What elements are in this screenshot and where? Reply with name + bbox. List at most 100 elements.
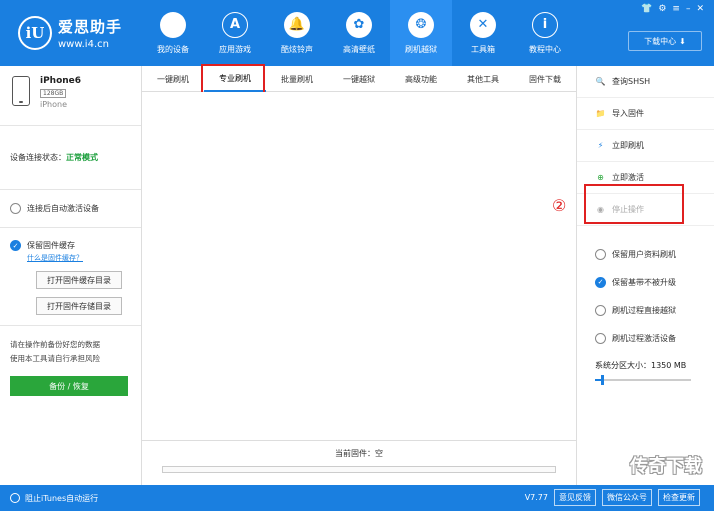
- device-capacity: 128GB: [40, 89, 67, 98]
- action-2[interactable]: ⚡ 立即刷机: [577, 130, 714, 162]
- action-icon: 🔍: [595, 77, 606, 86]
- subtab-4[interactable]: 高级功能: [390, 66, 452, 92]
- app-url: www.i4.cn: [58, 39, 109, 50]
- window-control-icon[interactable]: ✕: [696, 4, 704, 14]
- radio-icon[interactable]: [595, 332, 606, 344]
- annotation-2: ②: [552, 196, 567, 215]
- nav-item-1[interactable]: A 应用游戏: [204, 0, 266, 66]
- status-label: 设备连接状态：: [10, 153, 66, 162]
- warning-line: 请在操作前备份好您的数据: [10, 340, 100, 349]
- main-nav: 我的设备 A 应用游戏 🔔 酷炫铃声 ✿ 高清壁纸 ❂ 刷机越狱 ✕ 工具箱 i 教程中心: [142, 0, 576, 66]
- action-1[interactable]: 📁 导入固件: [577, 98, 714, 130]
- nav-label: 酷炫铃声: [281, 44, 313, 54]
- keep-cache-label: 保留固件缓存: [27, 241, 75, 250]
- footer: 阻止iTunes自动运行 V7.77 意见反馈 微信公众号 检查更新: [0, 485, 714, 511]
- auto-activate-label: 连接后自动激活设备: [27, 204, 99, 213]
- flash-option-2[interactable]: 刷机过程直接越狱: [577, 296, 714, 324]
- window-control-icon[interactable]: 👕: [641, 4, 652, 14]
- nav-item-6[interactable]: i 教程中心: [514, 0, 576, 66]
- current-firmware: 当前固件：空: [335, 449, 383, 458]
- nav-label: 工具箱: [471, 44, 495, 54]
- phone-icon: [12, 76, 30, 106]
- device-info: iPhone6 128GB iPhone: [0, 66, 141, 126]
- nav-icon: ❂: [408, 11, 434, 38]
- device-model: iPhone: [40, 100, 68, 109]
- slider-thumb[interactable]: [600, 375, 604, 385]
- block-itunes-option[interactable]: 阻止iTunes自动运行: [0, 493, 142, 504]
- block-itunes-label: 阻止iTunes自动运行: [25, 493, 99, 503]
- what-is-cache-link[interactable]: 什么是固件缓存？: [27, 253, 141, 263]
- nav-label: 高清壁纸: [343, 44, 375, 54]
- nav-item-5[interactable]: ✕ 工具箱: [452, 0, 514, 66]
- action-icon: ⊕: [597, 173, 604, 182]
- window-control-icon[interactable]: –: [686, 4, 691, 14]
- flash-option-0[interactable]: 保留用户资料刷机: [577, 240, 714, 268]
- nav-item-3[interactable]: ✿ 高清壁纸: [328, 0, 390, 66]
- radio-icon[interactable]: [595, 304, 606, 316]
- radio-icon[interactable]: [10, 493, 20, 503]
- window-control-icon[interactable]: ⚙: [658, 4, 666, 14]
- warning-text: 请在操作前备份好您的数据 使用本工具请自行承担风险: [0, 326, 141, 366]
- action-0[interactable]: 🔍 查询SHSH: [577, 66, 714, 98]
- check-icon[interactable]: ✓: [595, 276, 606, 288]
- flash-option-label: 刷机过程激活设备: [612, 333, 676, 343]
- feedback-button[interactable]: 意见反馈: [554, 489, 596, 506]
- subtab-6[interactable]: 固件下载: [514, 66, 576, 92]
- flash-option-3[interactable]: 刷机过程激活设备: [577, 324, 714, 352]
- radio-icon[interactable]: [10, 203, 21, 214]
- nav-label: 教程中心: [529, 44, 561, 54]
- app-logo: iU 爱思助手 www.i4.cn: [0, 0, 142, 66]
- action-label: 立即刷机: [612, 141, 644, 150]
- connection-status: 设备连接状态： 正常模式: [0, 126, 141, 190]
- nav-icon: i: [532, 11, 558, 38]
- check-icon[interactable]: ✓: [10, 240, 21, 251]
- right-panel: 🔍 查询SHSH 📁 导入固件 ⚡ 立即刷机 ⊕ 立即激活 ◉ 停止操作 保留用户资料刷机 ✓ 保留基…: [576, 66, 714, 485]
- nav-icon: 🔔: [284, 11, 310, 38]
- subtab-0[interactable]: 一键刷机: [142, 66, 204, 92]
- system-partition-label: 系统分区大小：1350 MB: [595, 361, 687, 370]
- flash-option-label: 刷机过程直接越狱: [612, 305, 676, 315]
- keep-cache-option[interactable]: ✓ 保留固件缓存: [10, 240, 141, 251]
- action-label: 查询SHSH: [612, 77, 651, 86]
- action-label: 导入固件: [612, 109, 644, 118]
- subtab-2[interactable]: 批量刷机: [266, 66, 328, 92]
- nav-item-0[interactable]: 我的设备: [142, 0, 204, 66]
- nav-label: 刷机越狱: [405, 44, 437, 54]
- nav-icon: [160, 11, 186, 38]
- progress-bar: [162, 466, 556, 473]
- device-name: iPhone6: [40, 76, 82, 86]
- backup-restore-button[interactable]: 备份 / 恢复: [10, 376, 128, 396]
- version-label: V7.77: [524, 493, 548, 502]
- nav-label: 我的设备: [157, 44, 189, 54]
- firmware-cache-block: ✓ 保留固件缓存 什么是固件缓存？ 打开固件缓存目录 打开固件存储目录: [0, 228, 141, 326]
- flash-option-label: 保留基带不被升级: [612, 277, 676, 287]
- action-label: 立即激活: [612, 173, 644, 182]
- open-cache-dir-button[interactable]: 打开固件缓存目录: [36, 271, 122, 289]
- nav-item-4[interactable]: ❂ 刷机越狱: [390, 0, 452, 66]
- nav-icon: A: [222, 11, 248, 38]
- divider: [142, 440, 576, 441]
- flash-option-1[interactable]: ✓ 保留基带不被升级: [577, 268, 714, 296]
- subtab-3[interactable]: 一键越狱: [328, 66, 390, 92]
- auto-activate-option[interactable]: 连接后自动激活设备: [0, 190, 141, 228]
- status-value: 正常模式: [66, 153, 98, 162]
- download-center-label: 下载中心: [644, 36, 677, 46]
- wechat-button[interactable]: 微信公众号: [602, 489, 652, 506]
- subtab-5[interactable]: 其他工具: [452, 66, 514, 92]
- flash-option-label: 保留用户资料刷机: [612, 249, 676, 259]
- nav-icon: ✿: [346, 11, 372, 38]
- check-update-button[interactable]: 检查更新: [658, 489, 700, 506]
- left-panel: iPhone6 128GB iPhone 设备连接状态： 正常模式 连接后自动激…: [0, 66, 142, 485]
- action-icon: 📁: [595, 109, 606, 118]
- window-control-icon[interactable]: ≡: [672, 4, 680, 14]
- nav-item-2[interactable]: 🔔 酷炫铃声: [266, 0, 328, 66]
- download-center-button[interactable]: 下载中心 ⬇: [628, 31, 702, 51]
- system-partition-slider[interactable]: [595, 375, 691, 385]
- radio-icon[interactable]: [595, 248, 606, 260]
- download-icon: ⬇: [679, 36, 686, 46]
- app-name: 爱思助手: [58, 18, 123, 36]
- nav-label: 应用游戏: [219, 44, 251, 54]
- open-store-dir-button[interactable]: 打开固件存储目录: [36, 297, 122, 315]
- nav-icon: ✕: [470, 11, 496, 38]
- highlight-box-2: [584, 184, 684, 224]
